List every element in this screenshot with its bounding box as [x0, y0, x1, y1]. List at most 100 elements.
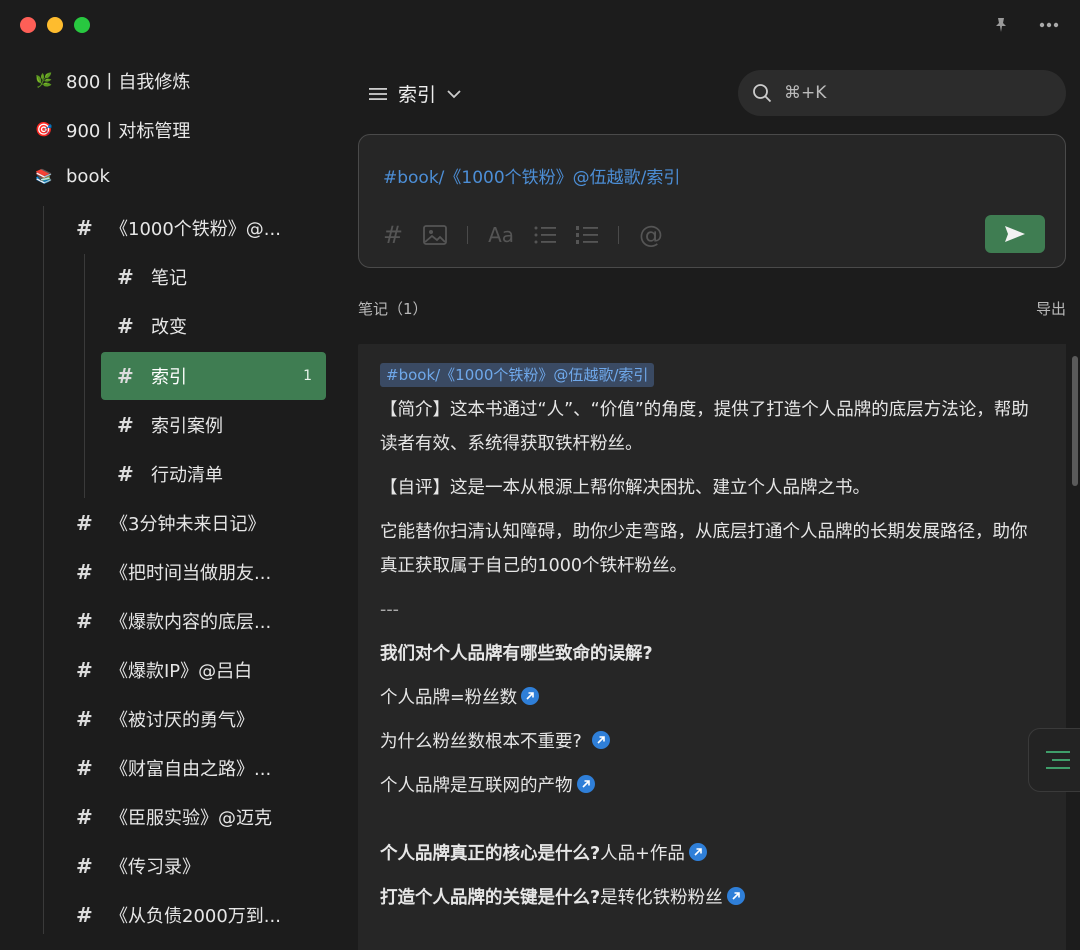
outline-icon [1046, 751, 1070, 769]
search-shortcut: ⌘+K [784, 83, 827, 103]
bullet-list-icon[interactable] [534, 225, 557, 245]
notes-bar: 笔记（1） 导出 [358, 298, 1066, 319]
note-count-badge: 1 [303, 368, 312, 384]
sidebar-item-label: 800丨自我修炼 [66, 72, 191, 93]
note-question: 个人品牌真正的核心是什么? [380, 844, 601, 864]
link-arrow-icon[interactable] [576, 775, 595, 793]
close-window-button[interactable] [20, 17, 36, 33]
sidebar-item-book[interactable]: # 《3分钟未来日记》 [76, 499, 265, 547]
view-title[interactable]: 索引 [368, 80, 462, 107]
link-arrow-icon[interactable] [591, 731, 610, 749]
sidebar-item-action-list[interactable]: # 行动清单 [117, 450, 223, 498]
toolbar-divider [467, 226, 469, 244]
sidebar-item-book[interactable]: 📚 book [34, 166, 110, 187]
link-arrow-icon[interactable] [688, 843, 707, 861]
hash-icon: # [76, 609, 93, 633]
books-icon: 📚 [35, 168, 53, 185]
sidebar-item-index-cases[interactable]: # 索引案例 [117, 401, 223, 449]
hash-icon: # [76, 903, 93, 927]
link-arrow-icon[interactable] [726, 887, 745, 905]
top-right-actions [990, 14, 1060, 36]
sidebar-item-label: 行动清单 [151, 465, 223, 486]
note-card[interactable]: #book/《1000个铁粉》@伍越歌/索引 【简介】这本书通过“人”、“价值”… [358, 344, 1066, 950]
sidebar-item-change[interactable]: # 改变 [117, 302, 187, 350]
text-format-icon[interactable]: Aa [488, 223, 514, 247]
sidebar-item-notes[interactable]: # 笔记 [117, 253, 187, 301]
tag-icon[interactable]: # [383, 221, 403, 249]
note-answer: 人品+作品 [600, 844, 685, 864]
sidebar-item-book[interactable]: # 《臣服实验》@迈克 [76, 793, 272, 841]
sidebar-item-book[interactable]: # 《从负债2000万到... [76, 891, 281, 939]
sidebar-item-label: 笔记 [151, 268, 187, 289]
sidebar-item-800[interactable]: 🌿 800丨自我修炼 [34, 68, 190, 94]
link-arrow-icon[interactable] [521, 687, 540, 705]
tree-guide-line [84, 254, 85, 498]
sidebar-item-1000-fans[interactable]: # 《1000个铁粉》@... [76, 204, 281, 252]
more-icon[interactable] [1038, 14, 1060, 36]
sidebar-item-label: book [66, 166, 110, 187]
target-icon: 🎯 [35, 122, 53, 138]
hash-icon: # [76, 216, 93, 240]
sidebar-item-book[interactable]: # 《财富自由之路》... [76, 744, 271, 792]
sidebar: 🌿 800丨自我修炼 🎯 900丨对标管理 📚 book # 《1000个铁粉》… [0, 56, 340, 950]
outline-button[interactable] [1028, 728, 1080, 792]
hash-icon: # [76, 707, 93, 731]
app-window: 🌿 800丨自我修炼 🎯 900丨对标管理 📚 book # 《1000个铁粉》… [0, 0, 1080, 950]
note-divider: --- [380, 600, 399, 620]
hash-icon: # [76, 805, 93, 829]
numbered-list-icon[interactable] [576, 225, 599, 245]
zoom-window-button[interactable] [74, 17, 90, 33]
hash-icon: # [76, 511, 93, 535]
sidebar-item-book[interactable]: # 《爆款IP》@吕白 [76, 646, 252, 694]
herb-icon: 🌿 [35, 73, 53, 89]
main-header: 索引 ⌘+K [358, 70, 1066, 116]
window-controls [20, 17, 90, 33]
sidebar-item-label: 《从负债2000万到... [110, 906, 281, 927]
mention-icon[interactable]: @ [639, 221, 663, 249]
sidebar-item-label: 索引 [151, 367, 187, 388]
hash-icon: # [76, 756, 93, 780]
sidebar-item-label: 索引案例 [151, 416, 223, 437]
sidebar-item-book[interactable]: # 《传习录》 [76, 842, 200, 890]
sidebar-item-900[interactable]: 🎯 900丨对标管理 [34, 117, 190, 143]
sidebar-item-label: 900丨对标管理 [66, 121, 191, 142]
sidebar-item-label: 《爆款IP》@吕白 [110, 661, 253, 682]
scrollbar[interactable] [1070, 356, 1078, 596]
note-qa-row: 打造个人品牌的关键是什么?是转化铁粉粉丝 [380, 881, 1030, 915]
note-tag[interactable]: #book/《1000个铁粉》@伍越歌/索引 [380, 363, 655, 387]
search-input[interactable]: ⌘+K [738, 70, 1066, 116]
note-answer: 是转化铁粉粉丝 [600, 888, 723, 908]
note-qa-row: 个人品牌真正的核心是什么?人品+作品 [380, 837, 1030, 871]
note-link-text: 为什么粉丝数根本不重要? [380, 732, 582, 752]
editor-text[interactable]: #book/《1000个铁粉》@伍越歌/索引 [383, 163, 680, 188]
note-editor[interactable]: #book/《1000个铁粉》@伍越歌/索引 # Aa @ [358, 134, 1066, 268]
note-question: 打造个人品牌的关键是什么? [380, 888, 601, 908]
image-icon[interactable] [423, 225, 448, 245]
hash-icon: # [117, 462, 134, 486]
note-question: 我们对个人品牌有哪些致命的误解? [380, 644, 653, 664]
notes-count-label: 笔记（1） [358, 300, 428, 318]
hash-icon: # [76, 560, 93, 584]
send-button[interactable] [985, 215, 1045, 253]
note-link-row: 为什么粉丝数根本不重要? [380, 725, 1030, 759]
hash-icon: # [76, 854, 93, 878]
toolbar-divider [618, 226, 620, 244]
export-button[interactable]: 导出 [1036, 298, 1066, 319]
note-link-text: 个人品牌是互联网的产物 [380, 776, 573, 796]
minimize-window-button[interactable] [47, 17, 63, 33]
menu-icon[interactable] [368, 86, 388, 102]
sidebar-item-book[interactable]: # 《爆款内容的底层... [76, 597, 271, 645]
chevron-down-icon[interactable] [446, 89, 462, 99]
sidebar-item-label: 《财富自由之路》... [110, 759, 272, 780]
hash-icon: # [117, 364, 134, 388]
sidebar-item-label: 《1000个铁粉》@... [110, 219, 281, 240]
sidebar-item-book[interactable]: # 《被讨厌的勇气》 [76, 695, 254, 743]
sidebar-item-index[interactable]: # 索引 1 [101, 352, 326, 400]
scroll-thumb[interactable] [1072, 356, 1078, 486]
note-intro: 【简介】这本书通过“人”、“价值”的角度，提供了打造个人品牌的底层方法论，帮助读… [380, 400, 1029, 454]
tree-guide-line [43, 206, 44, 934]
sidebar-item-label: 《被讨厌的勇气》 [110, 710, 254, 731]
sidebar-item-book[interactable]: # 《把时间当做朋友... [76, 548, 271, 596]
sidebar-item-label: 《3分钟未来日记》 [110, 514, 266, 535]
pin-icon[interactable] [990, 14, 1012, 36]
